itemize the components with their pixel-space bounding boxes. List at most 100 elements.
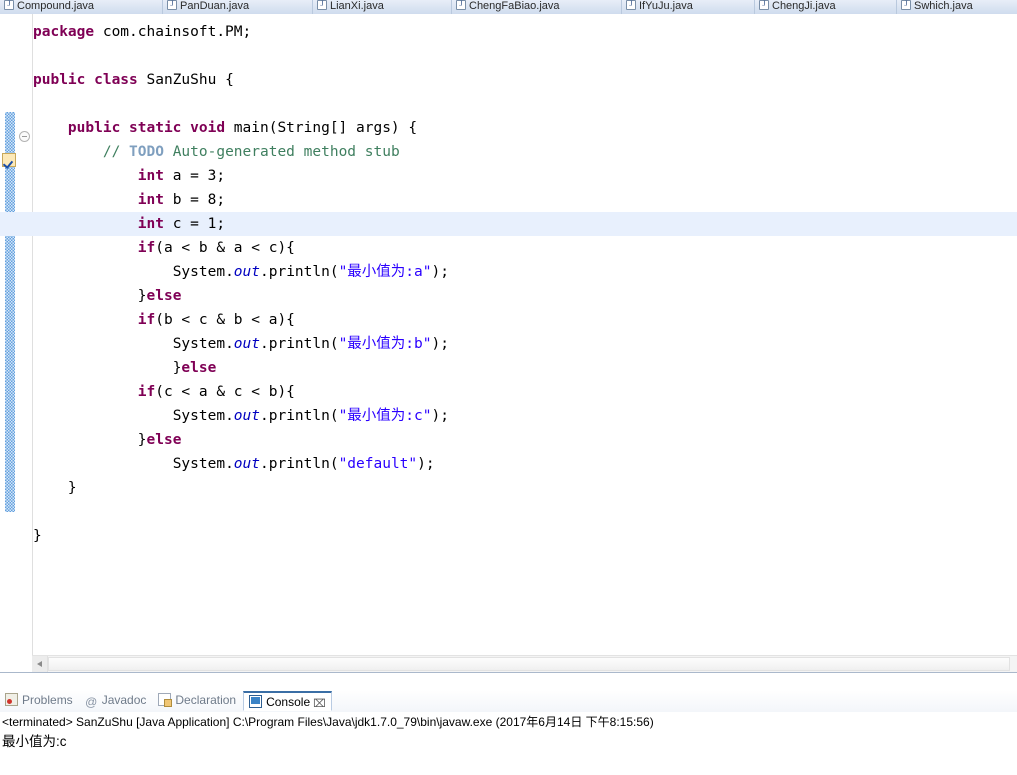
editor-tab[interactable]: LianXi.java — [313, 0, 452, 14]
code-token: .println( — [260, 336, 339, 352]
change-marker-bar — [5, 112, 15, 512]
editor-tab-label: Swhich.java — [914, 0, 973, 12]
code-token: "最小值为:b" — [338, 336, 432, 352]
java-file-icon — [901, 0, 911, 10]
code-token: main(String[] args) { — [225, 120, 418, 136]
editor-tab-bar: Compound.java PanDuan.java LianXi.java Chen… — [0, 0, 1017, 15]
editor-gutter[interactable] — [15, 14, 33, 655]
java-file-icon — [626, 0, 636, 10]
code-line[interactable]: System.out.println("default"); — [32, 452, 1017, 476]
code-line[interactable]: package com.chainsoft.PM; — [32, 20, 1017, 44]
code-token: "default" — [338, 456, 418, 472]
view-tab-javadoc[interactable]: Javadoc — [80, 690, 154, 711]
editor-tab-label: Compound.java — [17, 0, 95, 12]
view-tab-declaration[interactable]: Declaration — [153, 690, 243, 711]
code-token: .println( — [260, 408, 339, 424]
code-token: "最小值为:a" — [338, 264, 432, 280]
code-token: System. — [172, 456, 234, 472]
code-line[interactable]: int b = 8; — [32, 188, 1017, 212]
console-output-area[interactable]: <terminated> SanZuShu [Java Application]… — [0, 712, 1017, 775]
code-line[interactable]: System.out.println("最小值为:b"); — [32, 332, 1017, 356]
code-token: // — [102, 144, 130, 160]
code-line-current[interactable]: int c = 1; — [0, 212, 1017, 236]
code-token: } — [137, 288, 147, 304]
javadoc-icon — [85, 696, 98, 709]
console-output-line: 最小值为:c — [2, 734, 67, 749]
editor-tab-label: ChengFaBiao.java — [469, 0, 560, 12]
editor-tab[interactable]: ChengFaBiao.java — [452, 0, 622, 14]
code-token: .println( — [260, 264, 339, 280]
code-token: int — [137, 216, 164, 232]
java-editor[interactable]: package com.chainsoft.PM; public class Sa… — [0, 14, 1017, 655]
code-line[interactable]: }else — [32, 428, 1017, 452]
code-text[interactable]: package com.chainsoft.PM; public class Sa… — [0, 14, 1017, 655]
editor-tab[interactable]: Compound.java — [0, 0, 163, 14]
code-token: } — [137, 432, 147, 448]
view-tab-console[interactable]: Console ⌧ — [243, 691, 333, 711]
java-file-icon — [317, 0, 327, 10]
editor-tab-label: ChengJi.java — [772, 0, 836, 12]
code-token: if — [137, 312, 156, 328]
editor-tab-label: LianXi.java — [330, 0, 384, 12]
code-token: ); — [431, 264, 449, 280]
view-tab-label: Declaration — [175, 693, 237, 707]
console-icon — [249, 695, 263, 708]
code-line[interactable]: }else — [32, 284, 1017, 308]
code-line[interactable]: int a = 3; — [32, 164, 1017, 188]
editor-horizontal-scrollbar[interactable] — [32, 655, 1017, 673]
code-token: .println( — [260, 456, 339, 472]
code-token: out — [233, 456, 260, 472]
code-line[interactable] — [32, 44, 1017, 68]
code-token: } — [67, 480, 77, 496]
code-token: ); — [431, 408, 449, 424]
fold-collapse-icon[interactable] — [19, 131, 30, 142]
scroll-left-arrow-icon[interactable] — [32, 656, 48, 672]
code-token: b = 8; — [163, 192, 226, 208]
code-token: int — [137, 192, 164, 208]
code-token: out — [233, 264, 260, 280]
code-token: SanZuShu { — [137, 72, 234, 88]
close-icon[interactable]: ⌧ — [313, 699, 326, 710]
code-token: int — [137, 168, 164, 184]
code-token: a = 3; — [163, 168, 226, 184]
java-file-icon — [759, 0, 769, 10]
code-token: } — [33, 528, 42, 544]
view-tab-bar: Problems Javadoc Declaration Console⌧ — [0, 690, 1017, 713]
view-tab-problems[interactable]: Problems — [0, 690, 80, 711]
editor-tab[interactable]: Swhich.java — [897, 0, 1017, 14]
code-line[interactable]: if(b < c & b < a){ — [32, 308, 1017, 332]
scrollbar-thumb[interactable] — [48, 657, 1010, 671]
editor-tab-label: PanDuan.java — [180, 0, 250, 12]
java-file-icon — [4, 0, 14, 10]
todo-task-marker-icon[interactable] — [2, 153, 16, 167]
code-token: package — [33, 24, 95, 40]
code-line[interactable] — [32, 92, 1017, 116]
code-line[interactable]: // TODO Auto-generated method stub — [32, 140, 1017, 164]
code-line[interactable]: public class SanZuShu { — [32, 68, 1017, 92]
code-token: ); — [417, 456, 435, 472]
code-line[interactable]: System.out.println("最小值为:c"); — [32, 404, 1017, 428]
problems-icon — [5, 693, 18, 706]
code-token: (b < c & b < a){ — [155, 312, 295, 328]
eclipse-ide-window: Compound.java PanDuan.java LianXi.java Chen… — [0, 0, 1017, 775]
code-token: Auto-generated method stub — [163, 144, 400, 160]
code-token: (c < a & c < b){ — [155, 384, 295, 400]
code-token: ); — [431, 336, 449, 352]
code-line[interactable]: public static void main(String[] args) { — [32, 116, 1017, 140]
code-line[interactable]: }else — [32, 356, 1017, 380]
code-line[interactable]: } — [32, 524, 1017, 548]
console-launch-header: <terminated> SanZuShu [Java Application]… — [2, 715, 654, 729]
code-line[interactable]: if(c < a & c < b){ — [32, 380, 1017, 404]
code-token: System. — [172, 264, 234, 280]
code-line[interactable]: } — [32, 476, 1017, 500]
code-line[interactable]: System.out.println("最小值为:a"); — [32, 260, 1017, 284]
editor-tab[interactable]: ChengJi.java — [755, 0, 897, 14]
java-file-icon — [167, 0, 177, 10]
code-line[interactable]: if(a < b & a < c){ — [32, 236, 1017, 260]
editor-tab[interactable]: IfYuJu.java — [622, 0, 755, 14]
code-token: System. — [172, 408, 234, 424]
code-line[interactable] — [32, 500, 1017, 524]
editor-tab[interactable]: PanDuan.java — [163, 0, 313, 14]
java-file-icon — [456, 0, 466, 10]
code-token: public class — [33, 72, 138, 88]
